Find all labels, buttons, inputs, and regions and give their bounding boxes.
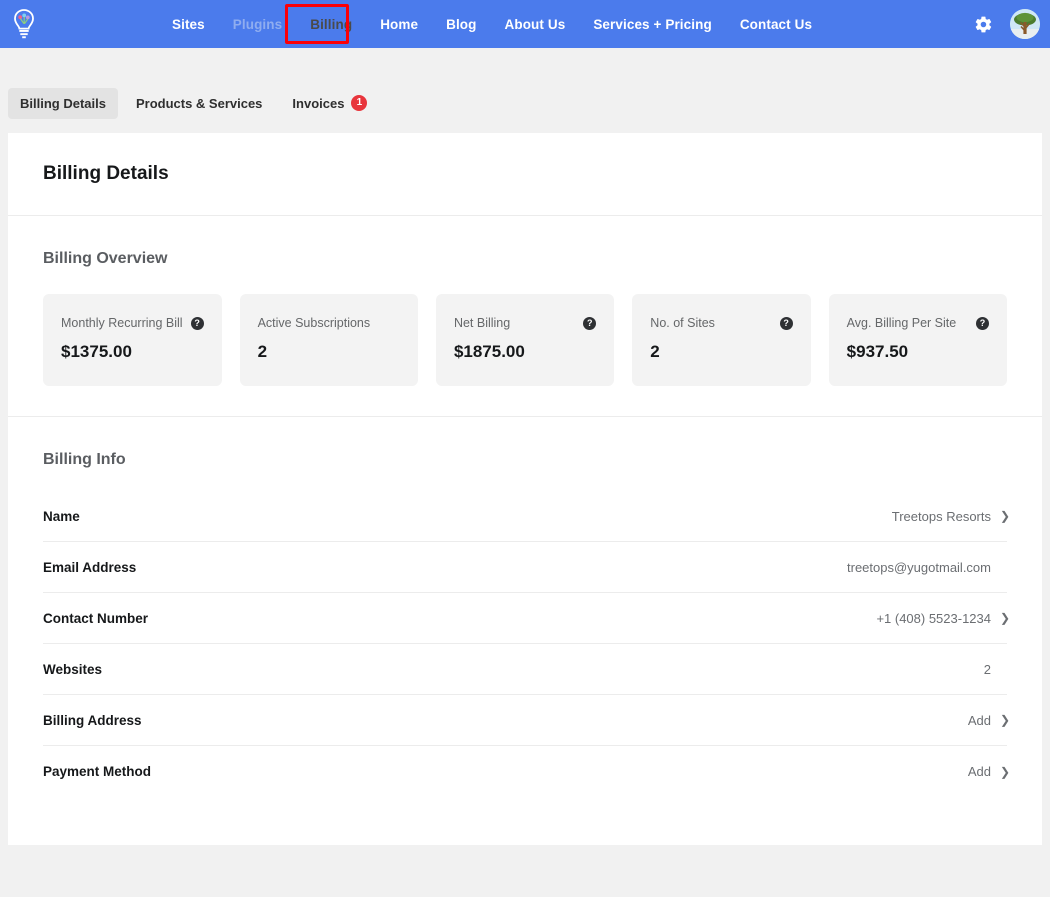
info-value: treetops@yugotmail.com (847, 560, 991, 575)
chevron-right-icon: ❯ (1000, 766, 1007, 778)
info-label: Email Address (43, 560, 136, 575)
info-value: Add (968, 713, 991, 728)
metric-value: $1375.00 (61, 342, 204, 362)
metric-head: Active Subscriptions ? (258, 316, 400, 330)
info-label: Payment Method (43, 764, 151, 779)
settings-button[interactable] (970, 11, 996, 37)
info-right: treetops@yugotmail.com ❯ (847, 560, 1007, 575)
nav-link-sites[interactable]: Sites (158, 11, 219, 38)
tab-label: Products & Services (136, 96, 262, 111)
info-right: Add ❯ (968, 713, 1007, 728)
info-value: Add (968, 764, 991, 779)
info-row-email-address[interactable]: Email Address treetops@yugotmail.com ❯ (43, 542, 1007, 593)
chevron-right-icon: ❯ (1000, 714, 1007, 726)
metric-value: 2 (258, 342, 400, 362)
info-label: Name (43, 509, 80, 524)
billing-info-heading: Billing Info (43, 451, 1007, 469)
info-right: Treetops Resorts ❯ (892, 509, 1007, 524)
metric-label: No. of Sites (650, 316, 715, 330)
help-icon[interactable]: ? (583, 317, 596, 330)
metric-value: 2 (650, 342, 792, 362)
info-row-contact-number[interactable]: Contact Number +1 (408) 5523-1234 ❯ (43, 593, 1007, 644)
metric-label: Monthly Recurring Bill (61, 316, 183, 330)
metric-head: Net Billing ? (454, 316, 596, 330)
nav-link-plugins[interactable]: Plugins (219, 11, 296, 38)
info-label: Contact Number (43, 611, 148, 626)
tab-invoices[interactable]: Invoices 1 (280, 87, 379, 119)
billing-tabs: Billing Details Products & Services Invo… (0, 48, 1050, 133)
metric-head: No. of Sites ? (650, 316, 792, 330)
metric-card-net-billing: Net Billing ? $1875.00 (436, 294, 614, 386)
invoices-count-badge: 1 (351, 95, 367, 111)
metric-label: Avg. Billing Per Site (847, 316, 957, 330)
info-right: +1 (408) 5523-1234 ❯ (876, 611, 1007, 626)
info-row-billing-address[interactable]: Billing Address Add ❯ (43, 695, 1007, 746)
lightbulb-icon (13, 9, 35, 39)
metric-value: $1875.00 (454, 342, 596, 362)
gear-icon (974, 15, 993, 34)
tab-billing-details[interactable]: Billing Details (8, 88, 118, 119)
billing-overview-heading: Billing Overview (43, 250, 1007, 268)
billing-info-section: Billing Info Name Treetops Resorts ❯ Ema… (8, 417, 1042, 827)
info-label: Billing Address (43, 713, 142, 728)
nav-link-blog[interactable]: Blog (432, 11, 490, 38)
billing-details-card: Billing Details Billing Overview Monthly… (8, 133, 1042, 845)
user-avatar[interactable] (1010, 9, 1040, 39)
tree-avatar-icon (1010, 9, 1040, 39)
metric-head: Monthly Recurring Bill ? (61, 316, 204, 330)
metric-card-list: Monthly Recurring Bill ? $1375.00 Active… (43, 294, 1007, 386)
billing-overview-section: Billing Overview Monthly Recurring Bill … (8, 216, 1042, 417)
metric-value: $937.50 (847, 342, 989, 362)
info-value: 2 (984, 662, 991, 677)
page-title: Billing Details (43, 163, 1007, 185)
metric-label: Active Subscriptions (258, 316, 371, 330)
info-row-payment-method[interactable]: Payment Method Add ❯ (43, 746, 1007, 797)
metric-card-active-subscriptions: Active Subscriptions ? 2 (240, 294, 418, 386)
help-icon[interactable]: ? (780, 317, 793, 330)
help-icon[interactable]: ? (191, 317, 204, 330)
metric-label: Net Billing (454, 316, 510, 330)
metric-card-avg-billing-per-site: Avg. Billing Per Site ? $937.50 (829, 294, 1007, 386)
app-logo[interactable] (0, 0, 48, 48)
nav-link-contact-us[interactable]: Contact Us (726, 11, 826, 38)
nav-link-billing[interactable]: Billing (296, 11, 366, 38)
card-header: Billing Details (8, 133, 1042, 216)
metric-card-monthly-recurring-bill: Monthly Recurring Bill ? $1375.00 (43, 294, 222, 386)
tab-products-services[interactable]: Products & Services (124, 88, 274, 119)
nav-link-services-pricing[interactable]: Services + Pricing (579, 11, 726, 38)
metric-head: Avg. Billing Per Site ? (847, 316, 989, 330)
primary-nav: Sites Plugins Billing Home Blog About Us… (158, 11, 826, 38)
info-right: 2 ❯ (984, 662, 1007, 677)
help-icon[interactable]: ? (976, 317, 989, 330)
info-value: Treetops Resorts (892, 509, 991, 524)
info-row-websites[interactable]: Websites 2 ❯ (43, 644, 1007, 695)
metric-card-no-of-sites: No. of Sites ? 2 (632, 294, 810, 386)
tab-label: Invoices (292, 96, 344, 111)
billing-info-list: Name Treetops Resorts ❯ Email Address tr… (43, 491, 1007, 797)
top-navbar: Sites Plugins Billing Home Blog About Us… (0, 0, 1050, 48)
info-row-name[interactable]: Name Treetops Resorts ❯ (43, 491, 1007, 542)
tab-label: Billing Details (20, 96, 106, 111)
info-value: +1 (408) 5523-1234 (876, 611, 991, 626)
navbar-right-actions (970, 9, 1050, 39)
chevron-right-icon: ❯ (1000, 612, 1007, 624)
chevron-right-icon: ❯ (1000, 510, 1007, 522)
nav-link-home[interactable]: Home (366, 11, 432, 38)
info-label: Websites (43, 662, 102, 677)
nav-link-about-us[interactable]: About Us (491, 11, 580, 38)
info-right: Add ❯ (968, 764, 1007, 779)
